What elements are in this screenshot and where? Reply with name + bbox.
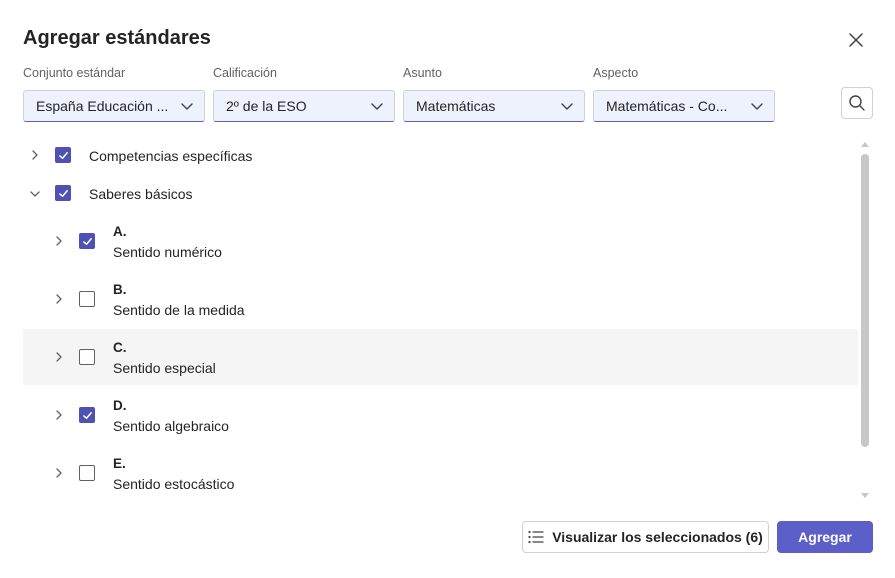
tree-scrollbar[interactable]	[858, 140, 872, 502]
standard-code: E.	[113, 456, 126, 471]
close-icon	[849, 33, 863, 47]
standard-description: Sentido de la medida	[113, 302, 245, 318]
checkmark-icon	[82, 237, 92, 245]
scroll-up-arrow-icon[interactable]	[861, 142, 869, 147]
chevron-right-icon[interactable]	[53, 293, 65, 305]
tree-row-child-d[interactable]: D. Sentido algebraico	[23, 386, 858, 444]
checkbox-child-b[interactable]	[79, 291, 95, 307]
standard-set-dropdown[interactable]: España Educación ...	[23, 90, 205, 122]
checkmark-icon	[58, 151, 68, 159]
filter-aspect: Aspecto Matemáticas - Co...	[593, 65, 775, 122]
chevron-right-icon[interactable]	[53, 235, 65, 247]
standard-description: Sentido algebraico	[113, 418, 229, 434]
standard-code: D.	[113, 398, 127, 413]
dialog-title: Agregar estándares	[23, 27, 211, 49]
tree-row-child-b[interactable]: B. Sentido de la medida	[23, 270, 858, 328]
checkbox-child-e[interactable]	[79, 465, 95, 481]
checkmark-icon	[58, 189, 68, 197]
filter-standard-set-label: Conjunto estándar	[23, 66, 126, 80]
standard-description: Sentido numérico	[113, 244, 222, 260]
checkbox-saberes[interactable]	[55, 185, 71, 201]
tree-row-child-e[interactable]: E. Sentido estocástico	[23, 444, 858, 500]
close-button[interactable]	[842, 26, 870, 54]
chevron-down-icon	[371, 103, 383, 110]
subject-value: Matemáticas	[416, 98, 496, 114]
subject-dropdown[interactable]: Matemáticas	[403, 90, 585, 122]
tree-row-child-a[interactable]: A. Sentido numérico	[23, 212, 858, 270]
view-selected-label: Visualizar los seleccionados (6)	[552, 529, 763, 545]
chevron-down-icon[interactable]	[29, 188, 41, 200]
chevron-right-icon[interactable]	[53, 467, 65, 479]
chevron-down-icon	[751, 103, 763, 110]
grade-dropdown[interactable]: 2º de la ESO	[213, 90, 395, 122]
chevron-right-icon[interactable]	[29, 149, 41, 161]
chevron-right-icon[interactable]	[53, 351, 65, 363]
filter-aspect-label: Aspecto	[593, 66, 639, 80]
search-button[interactable]	[841, 87, 873, 119]
filter-standard-set: Conjunto estándar España Educación ...	[23, 65, 205, 122]
search-icon	[849, 95, 865, 111]
scroll-thumb[interactable]	[861, 154, 869, 447]
tree-row-label: Saberes básicos	[89, 186, 193, 202]
checkbox-child-a[interactable]	[79, 233, 95, 249]
add-button[interactable]: Agregar	[777, 521, 873, 553]
filter-subject-label: Asunto	[403, 66, 442, 80]
chevron-right-icon[interactable]	[53, 409, 65, 421]
standard-set-value: España Educación ...	[36, 98, 169, 114]
tree-row-saberes[interactable]: Saberes básicos	[23, 174, 858, 212]
add-button-label: Agregar	[798, 529, 852, 545]
tree-row-competencias[interactable]: Competencias específicas	[23, 136, 858, 174]
standard-code: A.	[113, 224, 127, 239]
grade-value: 2º de la ESO	[226, 98, 307, 114]
checkbox-competencias[interactable]	[55, 147, 71, 163]
tree-row-child-c[interactable]: C. Sentido especial	[23, 329, 858, 385]
filter-grade: Calificación 2º de la ESO	[213, 65, 395, 122]
chevron-down-icon	[561, 103, 573, 110]
chevron-down-icon	[181, 103, 193, 110]
filter-grade-label: Calificación	[213, 66, 277, 80]
standard-description: Sentido estocástico	[113, 476, 235, 492]
checkbox-child-c[interactable]	[79, 349, 95, 365]
add-standards-dialog: Agregar estándares Conjunto estándar Esp…	[0, 0, 895, 578]
tree-row-label: Competencias específicas	[89, 148, 253, 164]
aspect-dropdown[interactable]: Matemáticas - Co...	[593, 90, 775, 122]
list-icon	[528, 530, 544, 544]
standard-code: B.	[113, 282, 127, 297]
standard-description: Sentido especial	[113, 360, 216, 376]
checkmark-icon	[82, 411, 92, 419]
standards-tree: Competencias específicas Saberes básicos…	[0, 136, 858, 500]
filter-subject: Asunto Matemáticas	[403, 65, 585, 122]
standard-code: C.	[113, 340, 127, 355]
scroll-down-arrow-icon[interactable]	[861, 493, 869, 498]
aspect-value: Matemáticas - Co...	[606, 98, 728, 114]
view-selected-button[interactable]: Visualizar los seleccionados (6)	[522, 521, 769, 553]
checkbox-child-d[interactable]	[79, 407, 95, 423]
